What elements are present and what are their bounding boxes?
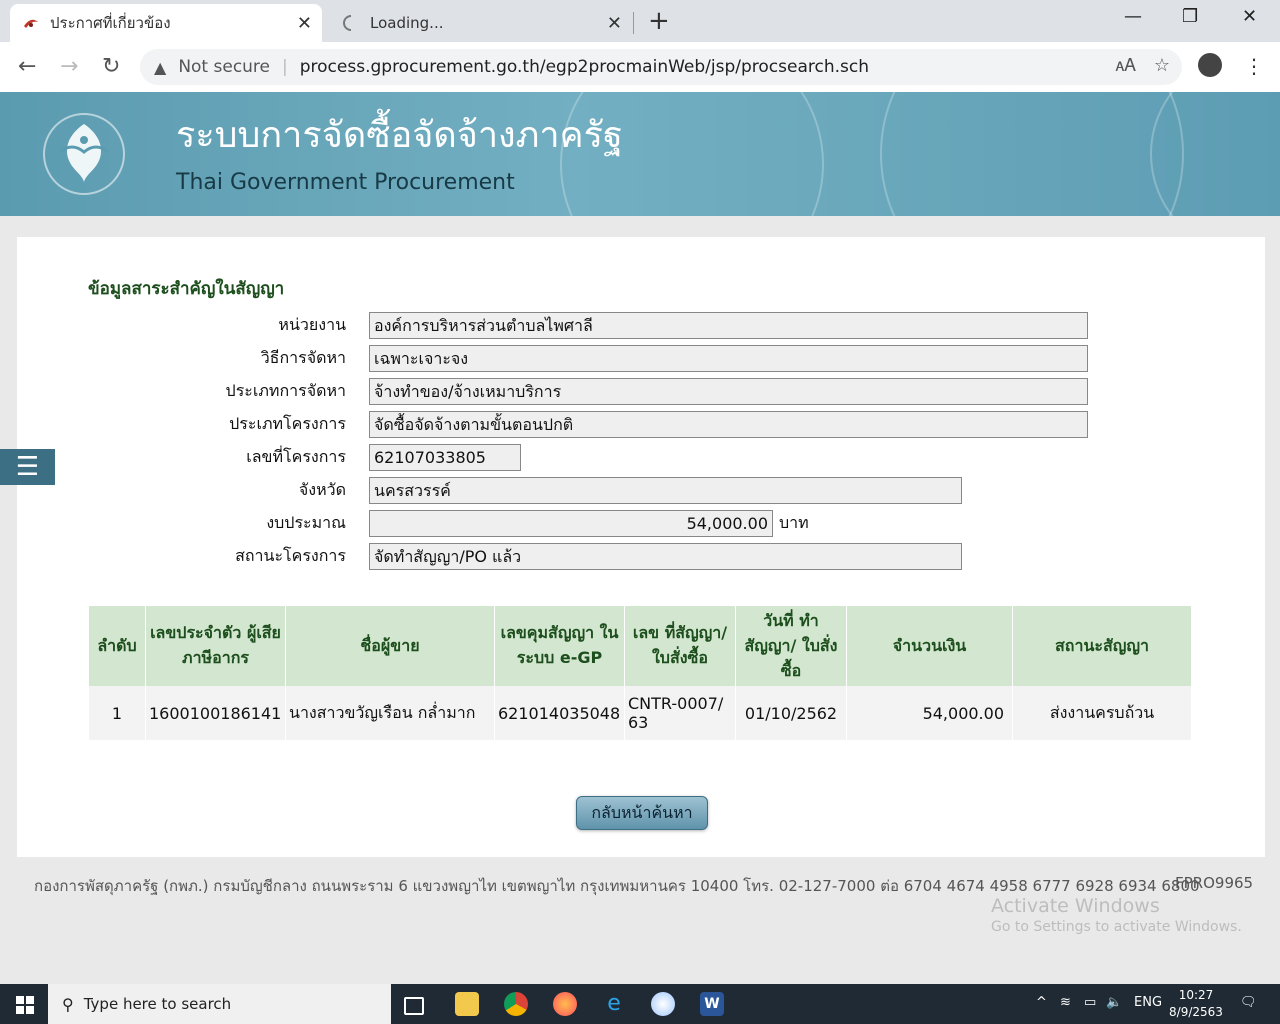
- cell-seller: นางสาวขวัญเรือน กล่ำมาก: [286, 686, 495, 740]
- forward-icon[interactable]: →: [60, 54, 78, 79]
- field-label: จังหวัด: [298, 480, 346, 499]
- agency-field: องค์การบริหารส่วนตำบลไพศาลี: [369, 312, 1088, 339]
- project-status-field: จัดทำสัญญา/PO แล้ว: [369, 543, 962, 570]
- footer-page-code: FPRO9965: [1175, 874, 1254, 892]
- clock-time: 10:27: [1178, 988, 1214, 1002]
- url-text: process.gprocurement.go.th/egp2procmainW…: [299, 57, 869, 77]
- menu-kebab-icon[interactable]: ⋮: [1244, 54, 1264, 78]
- activate-windows-subtitle: Go to Settings to activate Windows.: [991, 919, 1242, 935]
- warning-icon: ▲: [154, 57, 167, 77]
- paint-icon[interactable]: [651, 992, 675, 1016]
- contract-table: ลำดับ เลขประจำตัว ผู้เสียภาษีอากร ชื่อผู…: [89, 606, 1192, 740]
- address-bar[interactable]: ▲ Not secure | process.gprocurement.go.t…: [140, 49, 1182, 85]
- firefox-icon[interactable]: [553, 992, 577, 1016]
- windows-start-icon[interactable]: [16, 996, 34, 1014]
- field-label: เลขที่โครงการ: [246, 447, 346, 466]
- chrome-icon[interactable]: [504, 992, 528, 1016]
- internet-explorer-icon[interactable]: e: [602, 992, 626, 1016]
- tab-strip: ประกาศที่เกี่ยวข้อง ✕ Loading... ✕ + — ❐…: [0, 0, 1280, 42]
- close-window-icon[interactable]: ✕: [1242, 6, 1257, 27]
- tab-label: Loading...: [370, 14, 444, 32]
- province-field: นครสวรรค์: [369, 477, 962, 504]
- col-header-no: ลำดับ: [89, 606, 146, 686]
- banner-title-thai: ระบบการจัดซื้อจัดจ้างภาครัฐ: [176, 115, 623, 156]
- profile-avatar-icon[interactable]: [1198, 53, 1222, 77]
- field-label: งบประมาณ: [266, 513, 346, 532]
- tab-announcements[interactable]: ประกาศที่เกี่ยวข้อง ✕: [10, 4, 322, 42]
- browser-toolbar: ← → ↻ ▲ Not secure | process.gprocuremen…: [0, 42, 1280, 93]
- cell-no: 1: [89, 686, 146, 740]
- network-icon[interactable]: ≋: [1060, 995, 1071, 1010]
- close-tab-icon[interactable]: ✕: [607, 13, 622, 34]
- col-header-contract-status: สถานะสัญญา: [1013, 606, 1192, 686]
- tray-chevron-icon[interactable]: ^: [1036, 995, 1047, 1010]
- taskbar-search-box[interactable]: ⚲ Type here to search: [48, 984, 391, 1024]
- field-label: สถานะโครงการ: [235, 546, 346, 565]
- site-banner: ระบบการจัดซื้อจัดจ้างภาครัฐ Thai Governm…: [0, 92, 1280, 216]
- reload-icon[interactable]: ↻: [102, 54, 120, 79]
- table-header-row: ลำดับ เลขประจำตัว ผู้เสียภาษีอากร ชื่อผู…: [89, 606, 1192, 686]
- method-field: เฉพาะเจาะจง: [369, 345, 1088, 372]
- banner-ornament: [1150, 92, 1280, 216]
- col-header-control: เลขคุมสัญญา ในระบบ e-GP: [495, 606, 625, 686]
- field-label: ประเภทการจัดหา: [225, 381, 346, 400]
- field-label: วิธีการจัดหา: [260, 348, 346, 367]
- notifications-icon[interactable]: 🗨: [1240, 995, 1257, 1010]
- field-label: ประเภทโครงการ: [229, 414, 346, 433]
- volume-icon[interactable]: 🔈: [1106, 995, 1122, 1010]
- section-title: ข้อมูลสาระสำคัญในสัญญา: [88, 279, 285, 299]
- search-icon: ⚲: [62, 994, 74, 1014]
- not-secure-label: Not secure: [178, 57, 271, 77]
- cell-control: 621014035048: [495, 686, 625, 740]
- tab-separator: [633, 12, 634, 34]
- table-row: 1 1600100186141 นางสาวขวัญเรือน กล่ำมาก …: [89, 686, 1192, 740]
- procurement-type-field: จ้างทำของ/จ้างเหมาบริการ: [369, 378, 1088, 405]
- tab-loading[interactable]: Loading... ✕: [330, 4, 632, 42]
- word-icon[interactable]: W: [700, 992, 724, 1016]
- cell-contract-no[interactable]: CNTR-0007/63: [625, 686, 736, 740]
- col-header-seller: ชื่อผู้ขาย: [286, 606, 495, 686]
- restore-icon[interactable]: ❐: [1182, 6, 1198, 27]
- file-explorer-icon[interactable]: [455, 992, 479, 1016]
- col-header-contract-no: เลข ที่สัญญา/ ใบสั่งซื้อ: [625, 606, 736, 686]
- system-clock[interactable]: 10:27 8/9/2563: [1166, 987, 1226, 1021]
- budget-field: 54,000.00: [369, 510, 773, 537]
- col-header-amount: จำนวนเงิน: [847, 606, 1013, 686]
- contract-number-link[interactable]: CNTR-0007/63: [628, 694, 723, 732]
- search-placeholder: Type here to search: [83, 995, 232, 1013]
- project-number-field: 62107033805: [369, 444, 521, 471]
- activate-windows-title: Activate Windows: [991, 895, 1160, 917]
- minimize-icon[interactable]: —: [1124, 6, 1142, 27]
- field-label: หน่วยงาน: [278, 315, 346, 334]
- cell-amount: 54,000.00: [847, 686, 1013, 740]
- back-icon[interactable]: ←: [18, 54, 36, 79]
- site-favicon-icon: [22, 14, 40, 32]
- input-language[interactable]: ENG: [1134, 995, 1162, 1010]
- tab-label: ประกาศที่เกี่ยวข้อง: [50, 14, 171, 32]
- col-header-taxid: เลขประจำตัว ผู้เสียภาษีอากร: [146, 606, 286, 686]
- menu-hamburger-icon[interactable]: ☰: [0, 449, 55, 485]
- banner-ornament: [880, 92, 1184, 216]
- budget-unit: บาท: [779, 513, 809, 532]
- banner-title-english: Thai Government Procurement: [176, 170, 515, 195]
- project-type-field: จัดซื้อจัดจ้างตามขั้นตอนปกติ: [369, 411, 1088, 438]
- close-tab-icon[interactable]: ✕: [297, 13, 312, 34]
- bookmark-star-icon[interactable]: ☆: [1154, 55, 1170, 76]
- cell-contract-status: ส่งงานครบถ้วน: [1013, 686, 1192, 740]
- cell-date: 01/10/2562: [736, 686, 847, 740]
- col-header-date: วันที่ ทำสัญญา/ ใบสั่งซื้อ: [736, 606, 847, 686]
- back-to-search-button[interactable]: กลับหน้าค้นหา: [576, 796, 708, 830]
- new-tab-icon[interactable]: +: [648, 6, 670, 36]
- task-view-icon[interactable]: [404, 997, 424, 1015]
- windows-taskbar: ⚲ Type here to search e W ^ ≋ ▭ 🔈 ENG 10…: [0, 984, 1280, 1024]
- address-separator: |: [282, 57, 288, 77]
- clock-date: 8/9/2563: [1169, 1005, 1223, 1019]
- translate-icon[interactable]: 🗚: [1115, 55, 1135, 76]
- omnibox-actions: 🗚 ☆: [1115, 55, 1170, 76]
- loading-spinner-icon: [342, 14, 360, 32]
- cell-taxid: 1600100186141: [146, 686, 286, 740]
- battery-icon[interactable]: ▭: [1084, 995, 1096, 1010]
- comptroller-garuda-logo-icon: [42, 112, 126, 196]
